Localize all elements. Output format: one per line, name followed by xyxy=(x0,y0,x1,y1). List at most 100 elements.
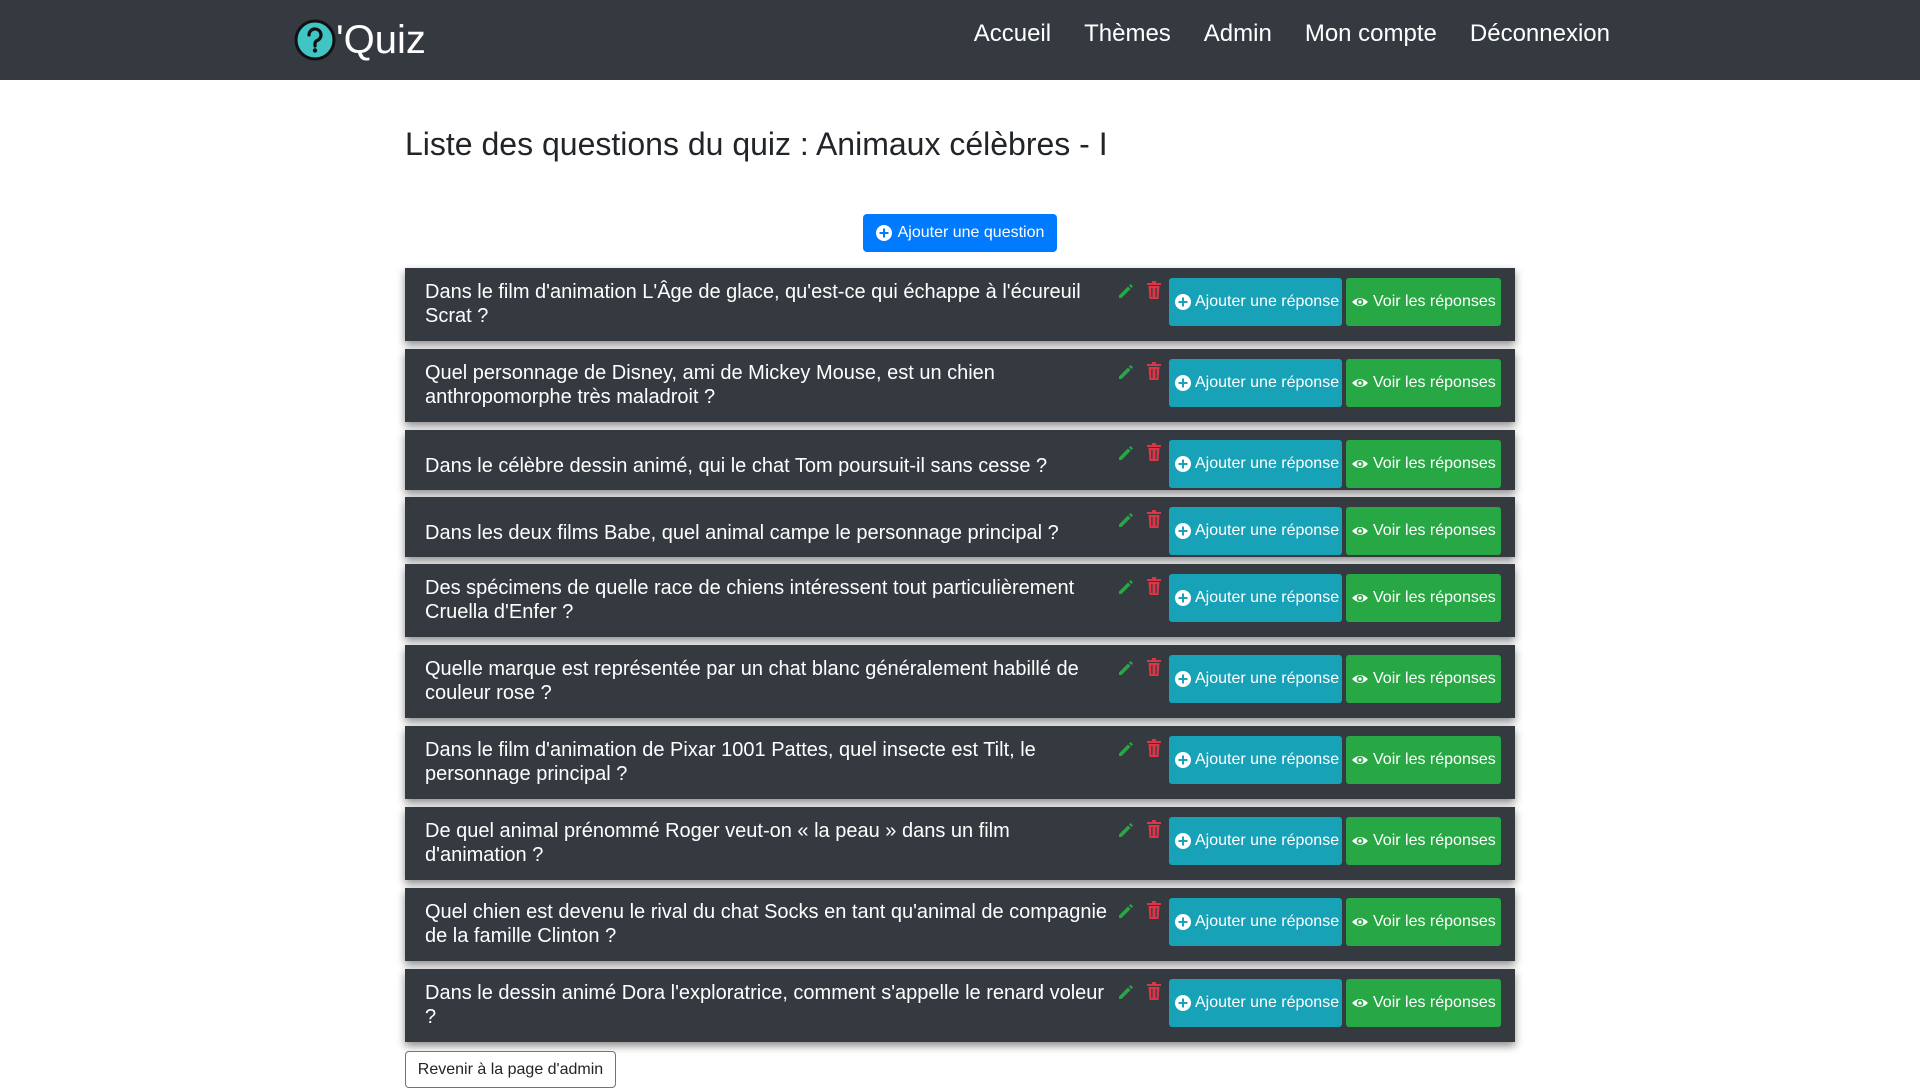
pencil-icon[interactable] xyxy=(1117,983,1135,1001)
eye-icon xyxy=(1352,527,1368,535)
question-row: Dans le dessin animé Dora l'exploratrice… xyxy=(405,969,1515,1042)
see-answers-label: Voir les réponses xyxy=(1373,670,1496,687)
eye-icon xyxy=(1352,298,1368,306)
add-answer-button[interactable]: Ajouter une réponse xyxy=(1169,507,1342,555)
plus-circle-icon xyxy=(875,225,892,241)
see-answers-button[interactable]: Voir les réponses xyxy=(1346,574,1501,622)
trash-icon[interactable] xyxy=(1146,577,1162,596)
question-row: De quel animal prénommé Roger veut-on « … xyxy=(405,807,1515,880)
see-answers-label: Voir les réponses xyxy=(1373,374,1496,391)
add-answer-button[interactable]: Ajouter une réponse xyxy=(1169,655,1342,703)
plus-circle-icon xyxy=(1175,375,1191,391)
add-answer-label: Ajouter une réponse xyxy=(1195,293,1340,310)
question-circle-icon xyxy=(294,19,336,61)
page-title: Liste des questions du quiz : Animaux cé… xyxy=(405,126,1108,162)
nav-link-mon-compte[interactable]: Mon compte xyxy=(1305,20,1437,48)
pencil-icon[interactable] xyxy=(1117,511,1135,529)
eye-icon xyxy=(1352,379,1368,387)
eye-icon xyxy=(1352,999,1368,1007)
pencil-icon[interactable] xyxy=(1117,740,1135,758)
see-answers-label: Voir les réponses xyxy=(1373,994,1496,1011)
plus-circle-icon xyxy=(1175,456,1191,472)
nav-link-accueil[interactable]: Accueil xyxy=(974,20,1051,48)
trash-icon[interactable] xyxy=(1146,362,1162,381)
eye-icon xyxy=(1352,756,1368,764)
pencil-icon[interactable] xyxy=(1117,363,1135,381)
question-row: Dans les deux films Babe, quel animal ca… xyxy=(405,497,1515,557)
nav-link-themes[interactable]: Thèmes xyxy=(1084,20,1171,48)
question-row: Quel chien est devenu le rival du chat S… xyxy=(405,888,1515,961)
add-answer-button[interactable]: Ajouter une réponse xyxy=(1169,278,1342,326)
question-text: Quelle marque est représentée par un cha… xyxy=(425,658,1079,704)
add-answer-button[interactable]: Ajouter une réponse xyxy=(1169,440,1342,488)
see-answers-button[interactable]: Voir les réponses xyxy=(1346,278,1501,326)
see-answers-button[interactable]: Voir les réponses xyxy=(1346,898,1501,946)
add-answer-label: Ajouter une réponse xyxy=(1195,670,1340,687)
plus-circle-icon xyxy=(1175,590,1191,606)
question-row: Quelle marque est représentée par un cha… xyxy=(405,645,1515,718)
eye-icon xyxy=(1352,837,1368,845)
question-row: Dans le célèbre dessin animé, qui le cha… xyxy=(405,430,1515,490)
question-text: De quel animal prénommé Roger veut-on « … xyxy=(425,820,1010,866)
pencil-icon[interactable] xyxy=(1117,659,1135,677)
pencil-icon[interactable] xyxy=(1117,821,1135,839)
see-answers-button[interactable]: Voir les réponses xyxy=(1346,736,1501,784)
eye-icon xyxy=(1352,460,1368,468)
see-answers-label: Voir les réponses xyxy=(1373,589,1496,606)
question-row: Quel personnage de Disney, ami de Mickey… xyxy=(405,349,1515,422)
eye-icon xyxy=(1352,594,1368,602)
add-question-button[interactable]: Ajouter une question xyxy=(863,214,1057,252)
question-text: Dans les deux films Babe, quel animal ca… xyxy=(425,522,1059,544)
pencil-icon[interactable] xyxy=(1117,902,1135,920)
question-text: Quel chien est devenu le rival du chat S… xyxy=(425,901,1108,947)
plus-circle-icon xyxy=(1175,752,1191,768)
nav-link-admin[interactable]: Admin xyxy=(1204,20,1272,48)
see-answers-label: Voir les réponses xyxy=(1373,293,1496,310)
see-answers-button[interactable]: Voir les réponses xyxy=(1346,440,1501,488)
add-answer-label: Ajouter une réponse xyxy=(1195,374,1340,391)
trash-icon[interactable] xyxy=(1146,820,1162,839)
question-text: Des spécimens de quelle race de chiens i… xyxy=(425,577,1075,623)
add-answer-button[interactable]: Ajouter une réponse xyxy=(1169,359,1342,407)
add-answer-button[interactable]: Ajouter une réponse xyxy=(1169,979,1342,1027)
trash-icon[interactable] xyxy=(1146,658,1162,677)
pencil-icon[interactable] xyxy=(1117,578,1135,596)
add-answer-button[interactable]: Ajouter une réponse xyxy=(1169,736,1342,784)
question-row: Dans le film d'animation de Pixar 1001 P… xyxy=(405,726,1515,799)
see-answers-button[interactable]: Voir les réponses xyxy=(1346,507,1501,555)
see-answers-button[interactable]: Voir les réponses xyxy=(1346,655,1501,703)
see-answers-label: Voir les réponses xyxy=(1373,751,1496,768)
see-answers-button[interactable]: Voir les réponses xyxy=(1346,817,1501,865)
add-answer-button[interactable]: Ajouter une réponse xyxy=(1169,574,1342,622)
add-answer-label: Ajouter une réponse xyxy=(1195,994,1340,1011)
eye-icon xyxy=(1352,675,1368,683)
see-answers-label: Voir les réponses xyxy=(1373,913,1496,930)
trash-icon[interactable] xyxy=(1146,443,1162,462)
trash-icon[interactable] xyxy=(1146,901,1162,920)
plus-circle-icon xyxy=(1175,833,1191,849)
question-text: Dans le célèbre dessin animé, qui le cha… xyxy=(425,455,1048,477)
add-answer-label: Ajouter une réponse xyxy=(1195,913,1340,930)
trash-icon[interactable] xyxy=(1146,739,1162,758)
see-answers-button[interactable]: Voir les réponses xyxy=(1346,979,1501,1027)
see-answers-button[interactable]: Voir les réponses xyxy=(1346,359,1501,407)
pencil-icon[interactable] xyxy=(1117,444,1135,462)
trash-icon[interactable] xyxy=(1146,281,1162,300)
brand-link[interactable]: 'Quiz xyxy=(294,14,426,66)
plus-circle-icon xyxy=(1175,294,1191,310)
add-answer-button[interactable]: Ajouter une réponse xyxy=(1169,898,1342,946)
back-to-admin-button[interactable]: Revenir à la page d'admin xyxy=(405,1051,616,1088)
nav-link-deconnexion[interactable]: Déconnexion xyxy=(1470,20,1610,48)
question-text: Quel personnage de Disney, ami de Mickey… xyxy=(425,362,995,408)
trash-icon[interactable] xyxy=(1146,510,1162,529)
plus-circle-icon xyxy=(1175,523,1191,539)
add-answer-label: Ajouter une réponse xyxy=(1195,832,1340,849)
trash-icon[interactable] xyxy=(1146,982,1162,1001)
add-answer-label: Ajouter une réponse xyxy=(1195,751,1340,768)
plus-circle-icon xyxy=(1175,995,1191,1011)
plus-circle-icon xyxy=(1175,671,1191,687)
pencil-icon[interactable] xyxy=(1117,282,1135,300)
add-answer-label: Ajouter une réponse xyxy=(1195,589,1340,606)
add-answer-button[interactable]: Ajouter une réponse xyxy=(1169,817,1342,865)
see-answers-label: Voir les réponses xyxy=(1373,522,1496,539)
